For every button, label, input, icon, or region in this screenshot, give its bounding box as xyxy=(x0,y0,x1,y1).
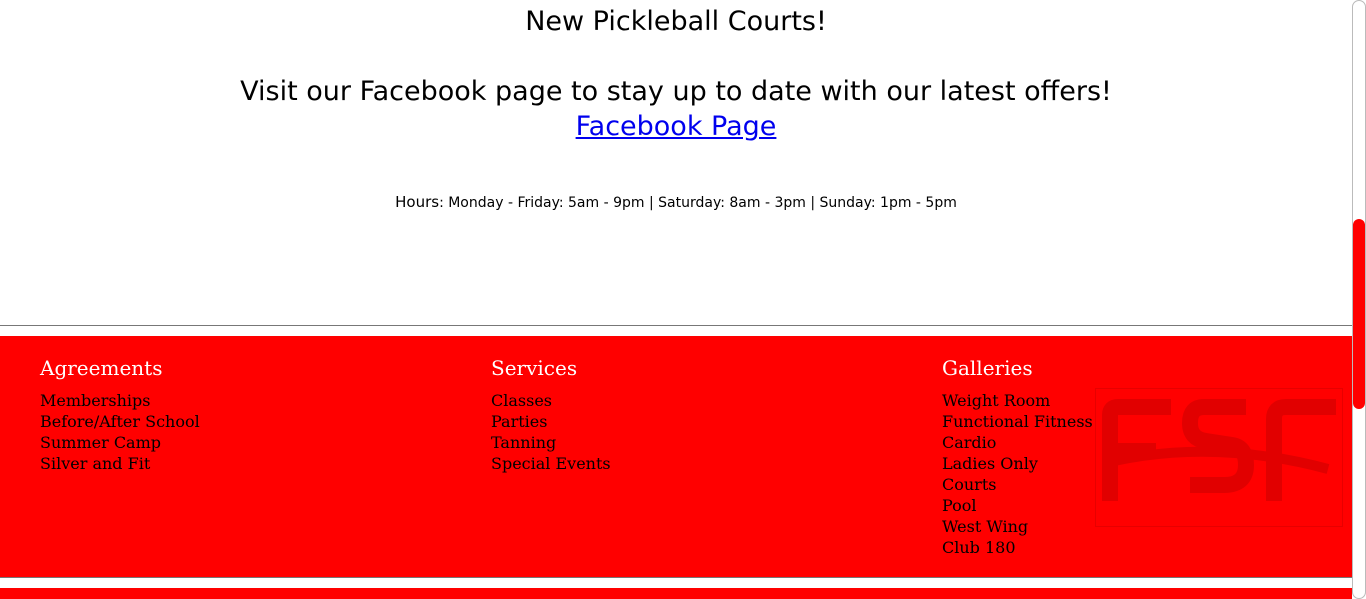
facebook-promo-text: Visit our Facebook page to stay up to da… xyxy=(240,76,1112,107)
footer-link-club-180[interactable]: Club 180 xyxy=(942,537,1093,558)
site-footer: Agreements Memberships Before/After Scho… xyxy=(0,336,1352,577)
hours-text: : Monday - Friday: 5am - 9pm | Saturday:… xyxy=(439,195,957,211)
announcement-headline: New Pickleball Courts! xyxy=(525,6,827,37)
footer-link-pool[interactable]: Pool xyxy=(942,495,1093,516)
scrollbar-thumb[interactable] xyxy=(1353,219,1365,409)
vertical-scrollbar[interactable] xyxy=(1352,0,1366,599)
footer-link-courts[interactable]: Courts xyxy=(942,474,1093,495)
facebook-link-wrapper: Facebook Page xyxy=(0,109,1352,145)
footer-link-cardio[interactable]: Cardio xyxy=(942,432,1093,453)
footer-link-silver-and-fit[interactable]: Silver and Fit xyxy=(40,453,200,474)
footer-link-summer-camp[interactable]: Summer Camp xyxy=(40,432,200,453)
footer-column-galleries: Galleries Weight Room Functional Fitness… xyxy=(942,356,1093,558)
hours-info: Hours: Monday - Friday: 5am - 9pm | Satu… xyxy=(0,192,1352,213)
footer-column-agreements: Agreements Memberships Before/After Scho… xyxy=(40,356,200,474)
footer-top-divider xyxy=(0,325,1352,326)
footer-link-ladies-only[interactable]: Ladies Only xyxy=(942,453,1093,474)
footer-link-parties[interactable]: Parties xyxy=(491,411,611,432)
footer-link-west-wing[interactable]: West Wing xyxy=(942,516,1093,537)
footer-link-weight-room[interactable]: Weight Room xyxy=(942,390,1093,411)
footer-link-classes[interactable]: Classes xyxy=(491,390,611,411)
footer-bottom-divider xyxy=(0,577,1352,578)
footer-column-services: Services Classes Parties Tanning Special… xyxy=(491,356,611,474)
footer-link-functional-fitness[interactable]: Functional Fitness xyxy=(942,411,1093,432)
footer-heading-services: Services xyxy=(491,356,578,380)
hours-label: Hours xyxy=(395,193,440,211)
footer-heading-agreements: Agreements xyxy=(40,356,163,380)
fsf-logo-icon xyxy=(1095,388,1343,527)
footer-bottom-bar xyxy=(0,588,1352,599)
footer-heading-galleries: Galleries xyxy=(942,356,1033,380)
footer-gap xyxy=(0,577,1352,588)
facebook-page-link[interactable]: Facebook Page xyxy=(576,111,777,142)
footer-link-special-events[interactable]: Special Events xyxy=(491,453,611,474)
footer-link-before-after-school[interactable]: Before/After School xyxy=(40,411,200,432)
footer-link-tanning[interactable]: Tanning xyxy=(491,432,611,453)
footer-link-memberships[interactable]: Memberships xyxy=(40,390,200,411)
